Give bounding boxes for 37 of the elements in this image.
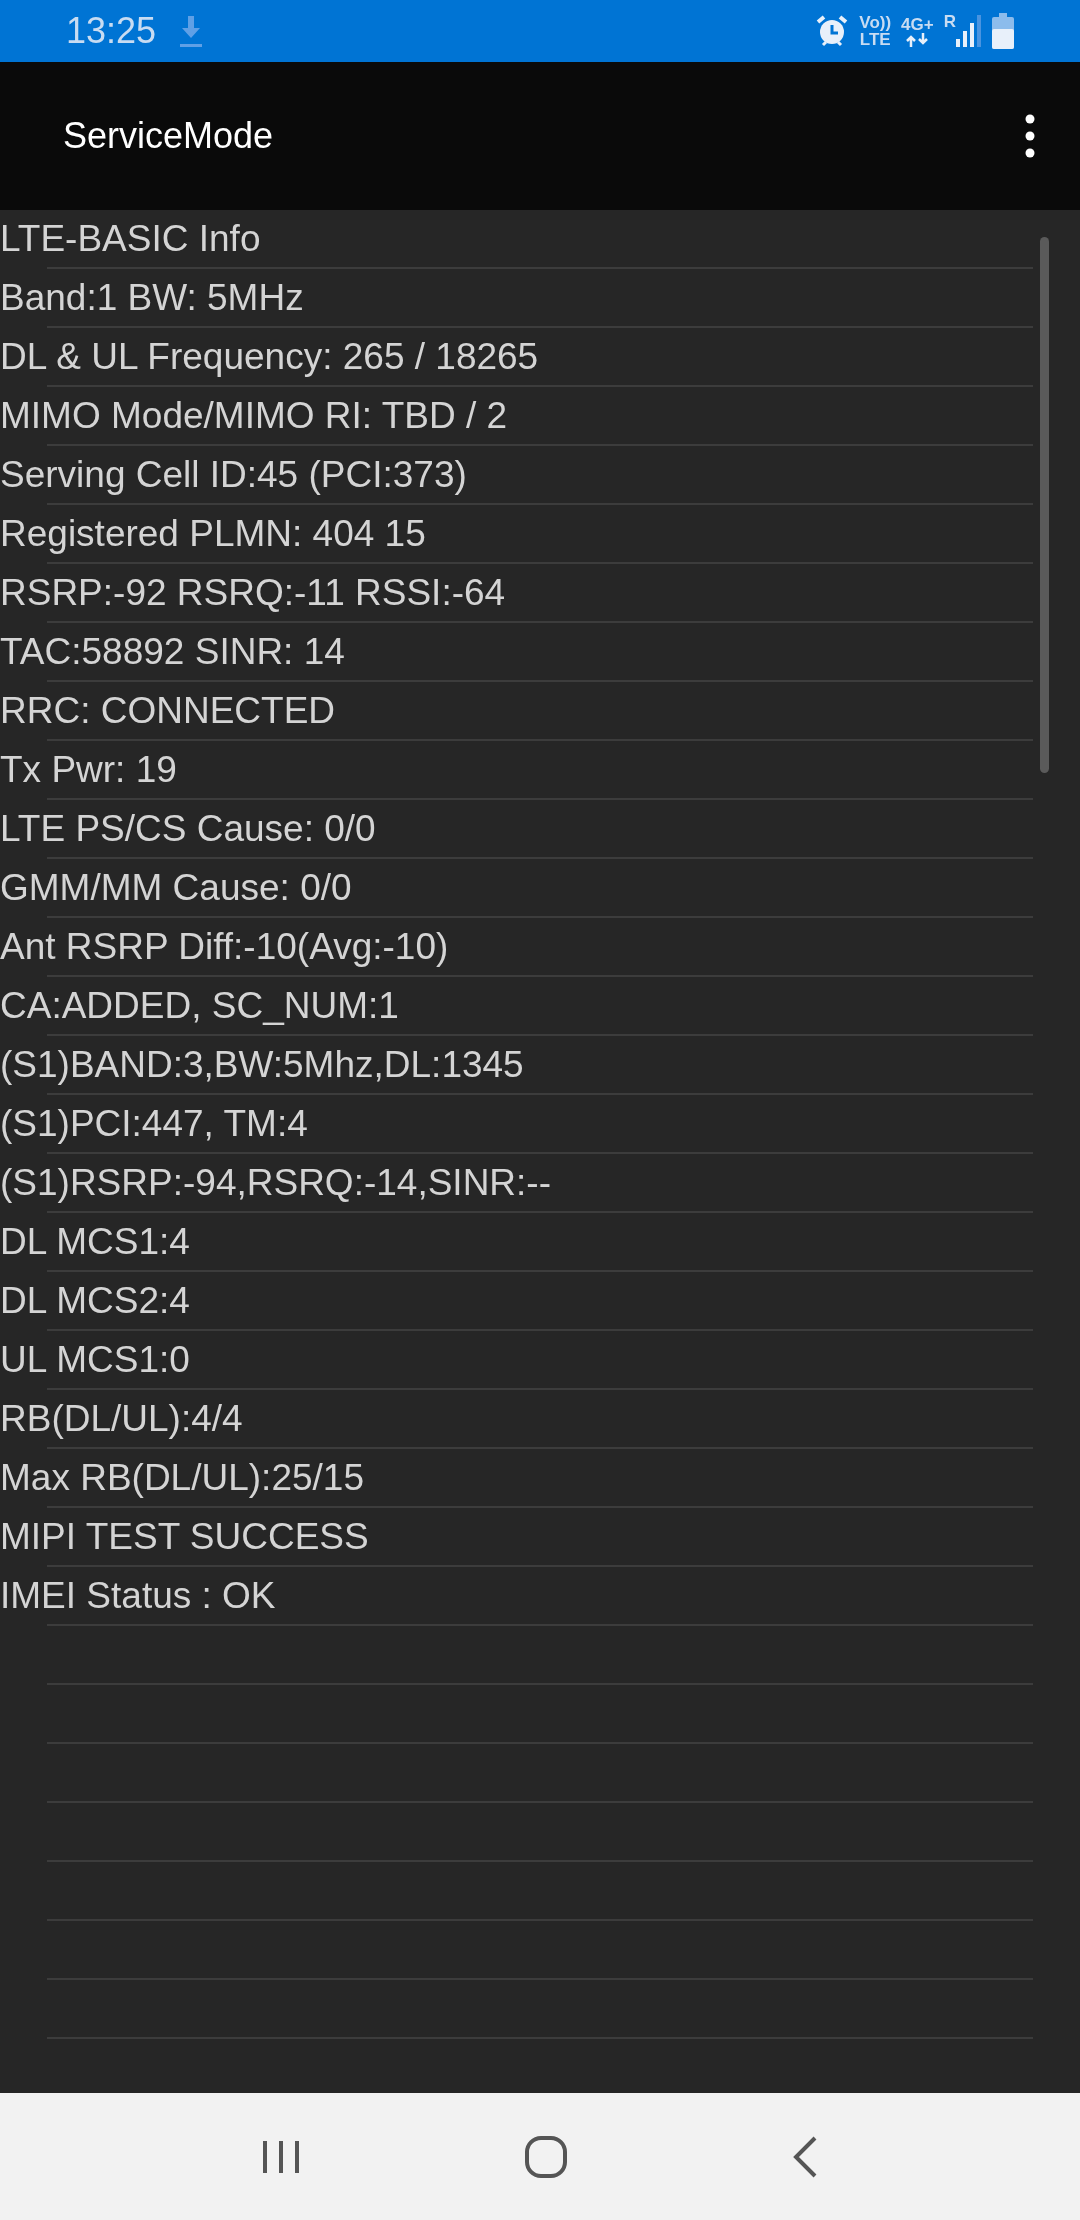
info-line: DL MCS2:4	[0, 1279, 190, 1323]
info-line: LTE-BASIC Info	[0, 217, 261, 261]
info-line: RB(DL/UL):4/4	[0, 1397, 243, 1441]
info-line: DL & UL Frequency: 265 / 18265	[0, 335, 539, 379]
info-line: (S1)BAND:3,BW:5Mhz,DL:1345	[0, 1043, 524, 1087]
info-line: Tx Pwr: 19	[0, 748, 177, 792]
info-line: (S1)RSRP:-94,RSRQ:-14,SINR:--	[0, 1161, 551, 1205]
more-options-icon[interactable]	[1024, 114, 1036, 158]
clock-time: 13:25	[66, 10, 157, 52]
info-line: Max RB(DL/UL):25/15	[0, 1456, 364, 1500]
info-line: Serving Cell ID:45 (PCI:373)	[0, 453, 467, 497]
info-line: RRC: CONNECTED	[0, 689, 336, 733]
info-line: DL MCS1:4	[0, 1220, 190, 1264]
info-line: Ant RSRP Diff:-10(Avg:-10)	[0, 925, 449, 969]
info-line: GMM/MM Cause: 0/0	[0, 866, 352, 910]
volte-indicator: Vo)) LTE	[859, 14, 892, 48]
info-line: UL MCS1:0	[0, 1338, 190, 1382]
recent-apps-icon[interactable]	[261, 2138, 302, 2175]
battery-icon	[992, 13, 1014, 49]
info-line: TAC:58892 SINR: 14	[0, 630, 345, 674]
roaming-indicator: R	[943, 13, 956, 30]
home-icon[interactable]	[524, 2134, 568, 2179]
info-line: MIMO Mode/MIMO RI: TBD / 2	[0, 394, 508, 438]
info-line: MIPI TEST SUCCESS	[0, 1515, 369, 1559]
info-line: (S1)PCI:447, TM:4	[0, 1102, 308, 1146]
network-type: 4G+	[901, 15, 934, 33]
signal-icon	[956, 13, 982, 49]
info-line: Registered PLMN: 404 15	[0, 512, 426, 556]
data-arrows-icon	[904, 32, 931, 47]
info-line: LTE PS/CS Cause: 0/0	[0, 807, 376, 851]
download-icon	[178, 14, 205, 48]
info-line: IMEI Status : OK	[0, 1574, 276, 1618]
info-line: CA:ADDED, SC_NUM:1	[0, 984, 399, 1028]
info-line: Band:1 BW: 5MHz	[0, 276, 304, 320]
alarm-icon	[815, 14, 850, 48]
screen-title: ServiceMode	[63, 115, 274, 157]
info-line: RSRP:-92 RSRQ:-11 RSSI:-64	[0, 571, 506, 615]
